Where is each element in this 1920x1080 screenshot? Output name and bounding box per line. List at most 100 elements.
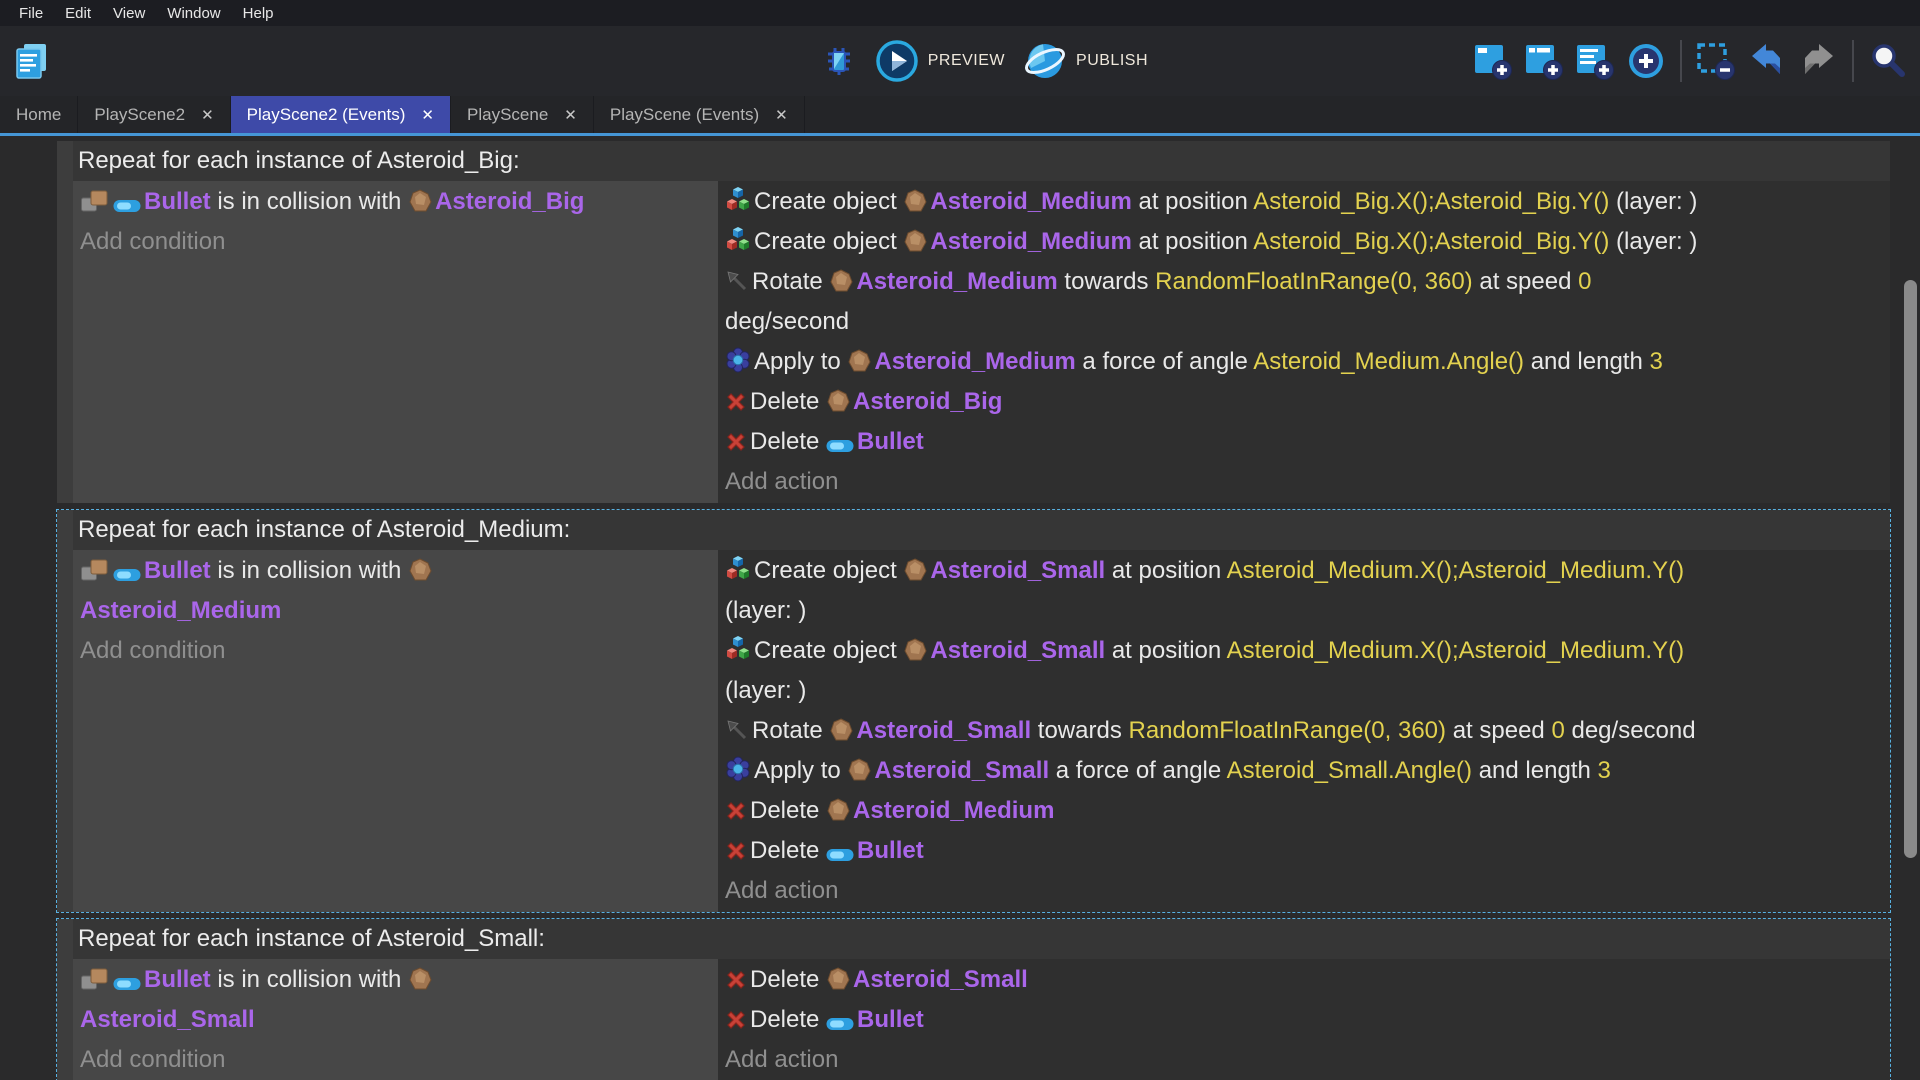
menu-file[interactable]: File [8,2,54,25]
text-plain: (layer: ) [725,597,807,624]
text-obj: Asteroid_Big [853,388,1003,415]
text-plain: Create object [754,557,904,584]
text-plain: deg/second [725,308,850,335]
delete-icon [725,840,747,862]
asteroid-icon [847,758,871,782]
action-line[interactable]: Delete Bullet [725,1000,1883,1040]
tab-home[interactable]: Home [0,96,79,133]
tab-close-icon[interactable]: ✕ [775,106,788,124]
actions-cell[interactable]: Create object Asteroid_Medium at positio… [718,181,1890,503]
text-plain: Delete [750,1006,827,1033]
tab-close-icon[interactable]: ✕ [564,106,577,124]
add-comment-button[interactable] [1573,39,1617,83]
undo-button[interactable] [1745,39,1789,83]
preview-label: PREVIEW [927,52,1006,69]
add-condition-button[interactable]: Add condition [80,1040,711,1080]
repeat-event-header[interactable]: Repeat for each instance of Asteroid_Sma… [73,919,1890,959]
action-line[interactable]: Rotate Asteroid_Small towards RandomFloa… [725,711,1883,751]
project-manager-button[interactable] [12,40,52,82]
text-plain: at position [1105,637,1227,664]
add-subevent-button[interactable] [1522,39,1566,83]
bullet-icon [826,848,854,862]
redo-button[interactable] [1796,39,1840,83]
action-line[interactable]: Create object Asteroid_Small at position… [725,631,1883,711]
text-obj: Asteroid_Big [435,188,585,215]
publish-globe-icon [1023,39,1067,83]
action-line[interactable]: Delete Bullet [725,831,1883,871]
conditions-cell[interactable]: Bullet is in collision with Asteroid_Med… [73,550,718,912]
asteroid-icon [847,349,871,373]
tab-label: PlayScene2 (Events) [246,104,406,124]
conditions-cell[interactable]: Bullet is in collision with Asteroid_Sma… [73,959,718,1080]
text-expr: Asteroid_Big.X();Asteroid_Big.Y() [1253,228,1610,255]
delete-selection-button[interactable] [1694,39,1738,83]
condition-line[interactable]: Bullet is in collision with Asteroid_Big [80,182,711,222]
actions-cell[interactable]: Delete Asteroid_Small Delete Bullet Add ac… [718,959,1890,1080]
action-line[interactable]: Apply to Asteroid_Medium a force of angl… [725,342,1883,382]
action-line[interactable]: Apply to Asteroid_Small a force of angle… [725,751,1883,791]
menu-window[interactable]: Window [156,2,231,25]
text-expr: Asteroid_Medium.X();Asteroid_Medium.Y() [1226,637,1685,664]
tab-playscene2[interactable]: PlayScene2 ✕ [78,96,231,133]
event-block[interactable]: Repeat for each instance of Asteroid_Big… [57,141,1890,503]
repeat-event-header[interactable]: Repeat for each instance of Asteroid_Big… [73,141,1890,181]
action-line[interactable]: Delete Asteroid_Big [725,382,1883,422]
text-plain: Create object [754,637,904,664]
collision-icon [80,189,110,213]
tab-bar: Home PlayScene2 ✕ PlayScene2 (Events) ✕ PlayS… [0,96,1920,136]
actions-cell[interactable]: Create object Asteroid_Small at position… [718,550,1890,912]
event-drag-handle[interactable] [57,919,73,1080]
action-line[interactable]: Delete Bullet [725,422,1883,462]
add-action-button[interactable]: Add action [725,871,1883,911]
event-drag-handle[interactable] [57,141,73,503]
menu-edit[interactable]: Edit [54,2,102,25]
search-button[interactable] [1866,39,1910,83]
vertical-scrollbar-thumb[interactable] [1904,280,1917,858]
add-event-icon [1473,41,1513,81]
event-block[interactable]: Repeat for each instance of Asteroid_Sma… [56,918,1891,1080]
collision-icon [80,967,110,991]
delete-icon [725,1009,747,1031]
action-line[interactable]: Create object Asteroid_Medium at positio… [725,182,1883,222]
search-icon [1868,41,1908,81]
asteroid-icon [408,558,432,582]
text-plain: a force of angle [1049,757,1227,784]
action-line[interactable]: Rotate Asteroid_Medium towards RandomFlo… [725,262,1883,342]
asteroid-icon [408,189,432,213]
action-line[interactable]: Delete Asteroid_Medium [725,791,1883,831]
preview-button[interactable]: PREVIEW [873,37,1007,85]
condition-line[interactable]: Bullet is in collision with Asteroid_Sma… [80,960,711,1040]
menu-view[interactable]: View [102,2,156,25]
tab-playscene-events[interactable]: PlayScene (Events) ✕ [594,96,805,133]
add-action-button[interactable]: Add action [725,1040,1883,1080]
text-plain: Delete [750,388,827,415]
text-plain: Rotate [752,717,830,744]
publish-button[interactable]: PUBLISH [1021,37,1150,85]
tab-close-icon[interactable]: ✕ [421,106,434,124]
delete-icon [725,431,747,453]
action-line[interactable]: Create object Asteroid_Small at position… [725,551,1883,631]
delete-icon [725,800,747,822]
add-condition-button[interactable]: Add condition [80,222,711,262]
tab-playscene2-events[interactable]: PlayScene2 (Events) ✕ [230,96,451,133]
text-plain: a force of angle [1075,348,1254,375]
text-plain: and length [1472,757,1598,784]
action-line[interactable]: Create object Asteroid_Medium at positio… [725,222,1883,262]
event-drag-handle[interactable] [57,510,73,912]
conditions-cell[interactable]: Bullet is in collision with Asteroid_Big… [73,181,718,503]
action-line[interactable]: Delete Asteroid_Small [725,960,1883,1000]
tab-playscene[interactable]: PlayScene ✕ [451,96,594,133]
tab-label: PlayScene2 [94,104,186,124]
add-event-button[interactable] [1471,39,1515,83]
tab-label: PlayScene [467,104,549,124]
add-circle-button[interactable] [1624,39,1668,83]
repeat-event-header[interactable]: Repeat for each instance of Asteroid_Med… [73,510,1890,550]
condition-line[interactable]: Bullet is in collision with Asteroid_Med… [80,551,711,631]
debug-button[interactable] [819,41,859,81]
menu-help[interactable]: Help [232,2,285,25]
add-action-button[interactable]: Add action [725,462,1883,502]
text-plain: towards [1031,717,1129,744]
tab-close-icon[interactable]: ✕ [201,106,214,124]
add-condition-button[interactable]: Add condition [80,631,711,671]
event-block[interactable]: Repeat for each instance of Asteroid_Med… [56,509,1891,913]
